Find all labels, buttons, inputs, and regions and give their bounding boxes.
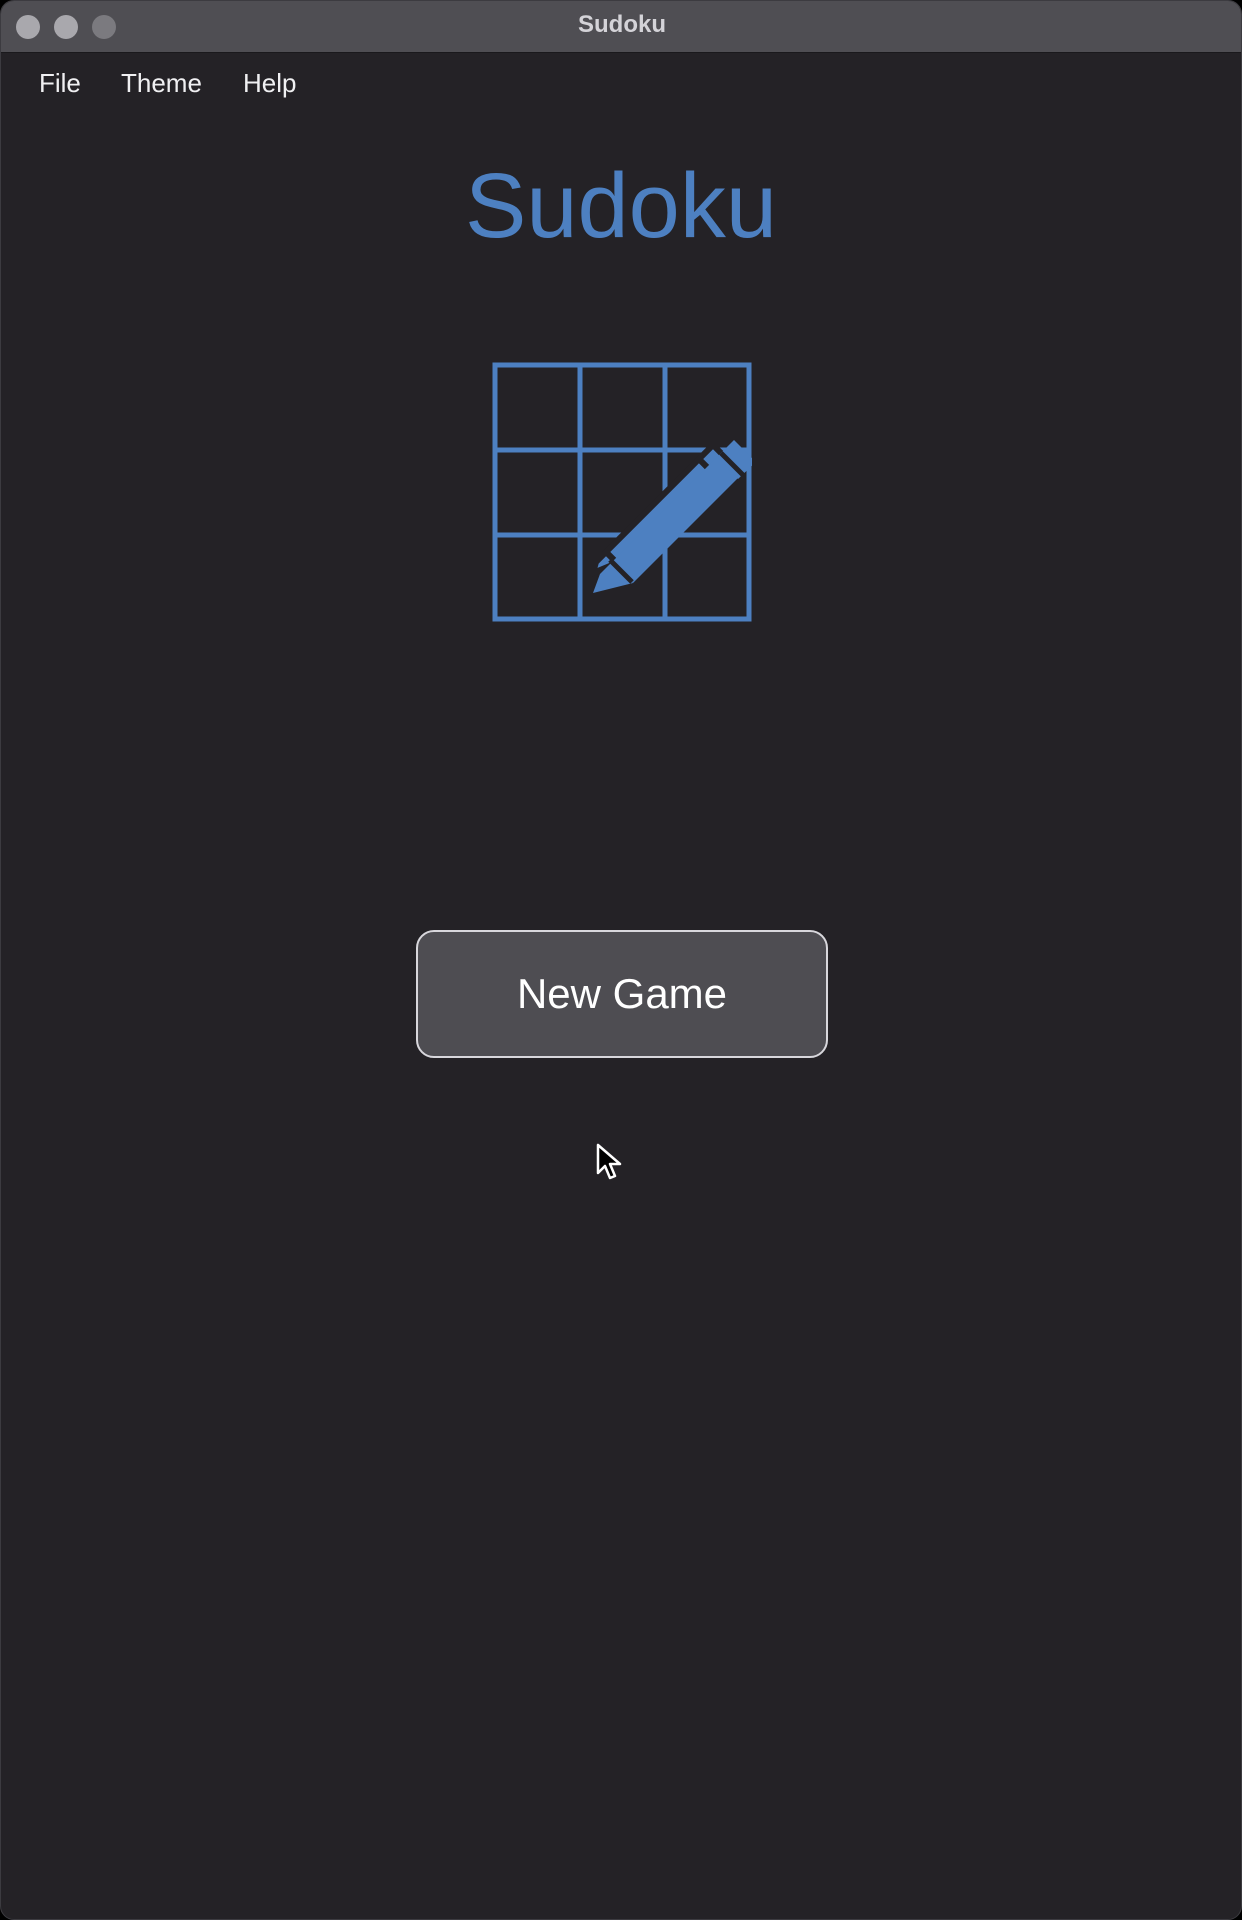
title-bar[interactable]: Sudoku: [1, 1, 1241, 53]
menu-file[interactable]: File: [39, 65, 81, 101]
menu-theme[interactable]: Theme: [121, 65, 202, 101]
app-title: Sudoku: [464, 155, 778, 257]
window-title: Sudoku: [578, 11, 666, 38]
mouse-pointer-icon: [596, 1143, 622, 1180]
menu-bar: File Theme Help: [1, 53, 1241, 111]
app-window: Sudoku File Theme Help Sudoku New Game: [0, 0, 1242, 1920]
new-game-button[interactable]: New Game: [416, 930, 828, 1058]
menu-help[interactable]: Help: [243, 65, 296, 101]
sudoku-grid-pencil-icon: [492, 362, 752, 622]
